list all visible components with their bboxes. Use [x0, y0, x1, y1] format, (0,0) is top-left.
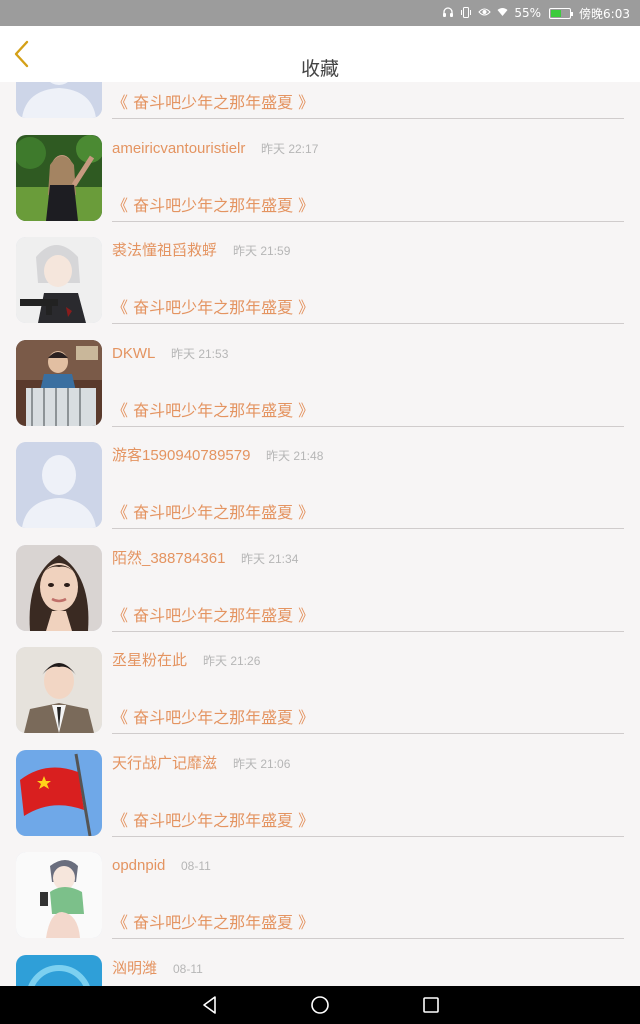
avatar[interactable] [16, 82, 102, 118]
timestamp: 昨天 22:17 [261, 141, 319, 156]
avatar[interactable] [16, 134, 102, 221]
divider [112, 835, 624, 837]
timestamp: 08-11 [173, 961, 203, 976]
timestamp: 昨天 21:53 [171, 346, 229, 361]
username[interactable]: 汹明潍 [112, 959, 157, 979]
work-title-link[interactable]: 《 奋斗吧少年之那年盛夏 》 [112, 810, 314, 832]
divider [112, 118, 624, 119]
list-item[interactable]: 丞星粉在此 昨天 21:26 《 奋斗吧少年之那年盛夏 》 [0, 647, 640, 750]
username[interactable]: DKWL [112, 344, 155, 364]
navigation-bar [0, 986, 640, 1024]
avatar[interactable] [16, 647, 102, 733]
favorites-list[interactable]: 《 奋斗吧少年之那年盛夏 》 ameiricvantouristielr 昨天 22… [0, 82, 640, 986]
timestamp: 昨天 21:26 [203, 654, 261, 668]
divider [112, 938, 624, 939]
status-time: 傍晚6:03 [579, 6, 630, 21]
list-item[interactable]: 汹明潍 08-11 [0, 954, 640, 986]
avatar[interactable] [16, 237, 102, 323]
avatar[interactable] [16, 544, 102, 631]
username[interactable]: 陌然_388784361 [112, 549, 225, 569]
work-title-link[interactable]: 《 奋斗吧少年之那年盛夏 》 [112, 605, 314, 627]
list-item[interactable]: 游客1590940789579 昨天 21:48 《 奋斗吧少年之那年盛夏 》 [0, 442, 640, 545]
timestamp: 昨天 21:48 [266, 449, 324, 463]
username[interactable]: 游客1590940789579 [112, 446, 250, 466]
avatar[interactable] [16, 339, 102, 426]
vibrate-icon [460, 6, 472, 20]
divider [112, 425, 624, 427]
work-title-link[interactable]: 《 奋斗吧少年之那年盛夏 》 [112, 912, 314, 934]
list-item[interactable]: opdnpid 08-11 《 奋斗吧少年之那年盛夏 》 [0, 852, 640, 955]
avatar[interactable] [16, 749, 102, 836]
list-item[interactable]: 天行战广记靡滋 昨天 21:06 《 奋斗吧少年之那年盛夏 》 [0, 749, 640, 853]
nav-back-icon[interactable] [199, 994, 221, 1016]
divider [112, 220, 624, 222]
battery-icon [549, 7, 574, 19]
username[interactable]: ameiricvantouristielr [112, 139, 245, 159]
work-title-link[interactable]: 《 奋斗吧少年之那年盛夏 》 [112, 92, 314, 114]
timestamp: 昨天 21:34 [241, 551, 299, 566]
username[interactable]: 天行战广记靡滋 [112, 754, 217, 774]
headphones-icon [442, 6, 454, 20]
wifi-icon [497, 7, 508, 19]
work-title-link[interactable]: 《 奋斗吧少年之那年盛夏 》 [112, 707, 314, 729]
divider [112, 528, 624, 529]
battery-level [551, 9, 561, 17]
nav-home-icon[interactable] [309, 994, 331, 1016]
work-title-link[interactable]: 《 奋斗吧少年之那年盛夏 》 [112, 502, 314, 524]
list-item[interactable]: 陌然_388784361 昨天 21:34 《 奋斗吧少年之那年盛夏 》 [0, 544, 640, 648]
eye-icon [478, 7, 492, 19]
header: 收藏 [0, 26, 640, 82]
timestamp: 08-11 [181, 859, 211, 873]
timestamp: 昨天 21:59 [233, 244, 291, 258]
list-item[interactable]: ameiricvantouristielr 昨天 22:17 《 奋斗吧少年之那年盛… [0, 134, 640, 238]
list-item[interactable]: 《 奋斗吧少年之那年盛夏 》 [0, 82, 640, 135]
list-item[interactable]: 裘法憧祖舀救蜉 昨天 21:59 《 奋斗吧少年之那年盛夏 》 [0, 237, 640, 340]
timestamp: 昨天 21:06 [233, 756, 291, 771]
avatar[interactable] [16, 954, 102, 986]
username[interactable]: 丞星粉在此 [112, 651, 187, 671]
status-bar: 55% 傍晚6:03 [0, 0, 640, 26]
avatar[interactable] [16, 852, 102, 938]
divider [112, 630, 624, 632]
username[interactable]: 裘法憧祖舀救蜉 [112, 241, 217, 261]
nav-recents-icon[interactable] [420, 994, 442, 1016]
list-item[interactable]: DKWL 昨天 21:53 《 奋斗吧少年之那年盛夏 》 [0, 339, 640, 443]
battery-percent: 55% [514, 6, 542, 20]
work-title-link[interactable]: 《 奋斗吧少年之那年盛夏 》 [112, 195, 314, 217]
work-title-link[interactable]: 《 奋斗吧少年之那年盛夏 》 [112, 400, 314, 422]
username[interactable]: opdnpid [112, 856, 165, 876]
divider [112, 323, 624, 324]
avatar[interactable] [16, 442, 102, 528]
page-title: 收藏 [300, 58, 339, 80]
work-title-link[interactable]: 《 奋斗吧少年之那年盛夏 》 [112, 297, 314, 319]
divider [112, 733, 624, 734]
